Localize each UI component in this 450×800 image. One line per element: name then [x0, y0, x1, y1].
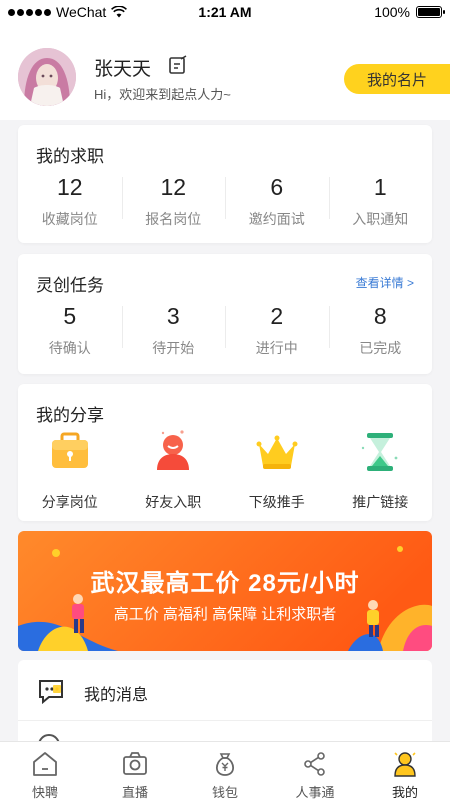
stat-saved-jobs[interactable]: 12 收藏岗位: [18, 173, 122, 229]
money-bag-icon: [215, 753, 235, 776]
status-bar: WeChat 1:21 AM 100%: [0, 0, 450, 24]
user-icon: [394, 752, 416, 777]
stat-label: 进行中: [255, 340, 298, 356]
stat-applied-jobs[interactable]: 12 报名岗位: [121, 173, 226, 229]
hourglass-icon: [362, 433, 398, 471]
profile-header: 张天天 Hi，欢迎来到起点人力~ 我的名片: [0, 24, 450, 120]
battery-percent: 100%: [374, 4, 410, 20]
wifi-icon: [111, 6, 128, 18]
crown-icon: [256, 435, 298, 469]
sub-promoter-item[interactable]: 下级推手: [225, 428, 329, 512]
carrier-label: WeChat: [56, 4, 107, 20]
stat-offers[interactable]: 1 入职通知: [328, 173, 433, 229]
share-item-label: 下级推手: [248, 494, 305, 510]
my-card-button[interactable]: 我的名片: [344, 64, 450, 94]
bottom-tab-bar: 快聘 直播 钱包 人事通 我的: [0, 741, 450, 800]
banner-subtitle: 高工价 高福利 高保障 让利求职者: [113, 606, 337, 623]
share-item-label: 好友入职: [145, 494, 202, 510]
banner-title: 武汉最高工价 28元/小时: [90, 570, 360, 597]
welcome-text: Hi，欢迎来到起点人力~: [94, 87, 231, 102]
stat-in-progress[interactable]: 2 进行中: [225, 302, 329, 358]
battery-icon: [416, 6, 445, 18]
share-item-label: 分享岗位: [41, 494, 98, 510]
share-card: 我的分享 分享岗位 好友入职 下级推手 推广链接: [18, 384, 432, 521]
tab-label: 直播: [121, 785, 148, 800]
stat-value: 6: [270, 174, 284, 200]
stat-value: 1: [373, 174, 387, 200]
stat-label: 待开始: [152, 340, 195, 356]
edit-icon[interactable]: [168, 55, 188, 75]
tab-wallet[interactable]: 钱包: [180, 742, 270, 800]
tab-hr[interactable]: 人事通: [270, 742, 360, 800]
share-title: 我的分享: [36, 406, 104, 425]
stat-value: 8: [373, 303, 387, 329]
tab-live[interactable]: 直播: [90, 742, 180, 800]
job-search-title: 我的求职: [36, 147, 104, 166]
stat-to-start[interactable]: 3 待开始: [121, 302, 226, 358]
stat-value: 12: [160, 174, 187, 200]
message-icon: [39, 680, 63, 704]
view-details-link[interactable]: 查看详情 >: [356, 274, 414, 291]
person-icon: [157, 430, 190, 470]
stat-interviews[interactable]: 6 邀约面试: [225, 173, 329, 229]
tab-label: 钱包: [211, 785, 238, 800]
stat-completed[interactable]: 8 已完成: [328, 302, 433, 358]
tab-label: 我的: [391, 785, 418, 800]
stat-value: 2: [270, 303, 284, 329]
share-jobs-item[interactable]: 分享岗位: [18, 428, 122, 512]
share-item-label: 推广链接: [352, 494, 409, 510]
signal-icon: [8, 8, 51, 16]
stat-value: 5: [63, 303, 77, 329]
tasks-title: 灵创任务: [36, 276, 104, 295]
house-icon: [33, 752, 57, 776]
stat-label: 收藏岗位: [41, 211, 98, 227]
tab-quick-hire[interactable]: 快聘: [0, 742, 90, 800]
promo-link-item[interactable]: 推广链接: [329, 428, 433, 512]
tab-mine[interactable]: 我的: [360, 742, 450, 800]
share-nodes-icon: [304, 752, 325, 776]
stat-value: 3: [166, 303, 180, 329]
tab-label: 人事通: [295, 785, 335, 800]
briefcase-icon: [51, 432, 88, 468]
promo-banner[interactable]: 武汉最高工价 28元/小时 高工价 高福利 高保障 让利求职者: [18, 531, 432, 651]
friend-hired-item[interactable]: 好友入职: [122, 428, 226, 512]
messages-card: 我的消息: [18, 660, 432, 750]
stat-label: 已完成: [359, 340, 402, 356]
stat-value: 12: [56, 174, 83, 200]
stat-label: 入职通知: [352, 211, 409, 227]
user-name: 张天天: [94, 59, 152, 80]
stat-label: 报名岗位: [145, 211, 202, 227]
my-messages-row[interactable]: 我的消息: [18, 660, 432, 721]
stat-to-confirm[interactable]: 5 待确认: [18, 302, 122, 358]
stat-label: 邀约面试: [248, 211, 305, 227]
tasks-card: 灵创任务 查看详情 > 5 待确认 3 待开始 2 进行中 8 已完成: [18, 254, 432, 374]
tab-label: 快聘: [31, 785, 58, 800]
avatar[interactable]: [18, 48, 76, 106]
stat-label: 待确认: [48, 340, 91, 356]
camera-icon: [123, 752, 147, 775]
my-messages-label: 我的消息: [84, 687, 149, 704]
job-search-card: 我的求职 12 收藏岗位 12 报名岗位 6 邀约面试 1 入职通知: [18, 125, 432, 243]
